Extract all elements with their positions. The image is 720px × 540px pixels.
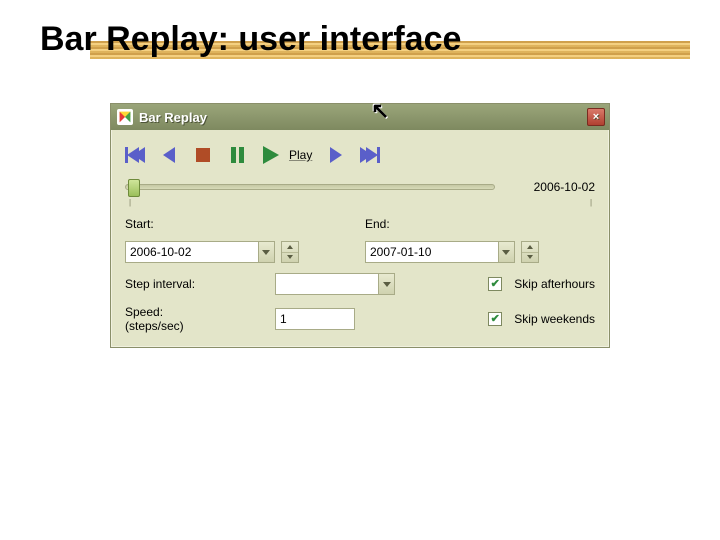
titlebar[interactable]: Bar Replay ↖ × xyxy=(111,104,609,130)
spin-down-icon[interactable] xyxy=(282,253,298,263)
pause-icon xyxy=(231,147,236,163)
stop-icon xyxy=(196,148,210,162)
app-logo-icon xyxy=(117,109,133,125)
step-interval-input[interactable] xyxy=(276,274,378,294)
spin-up-icon[interactable] xyxy=(282,242,298,253)
slide-title: Bar Replay: user interface xyxy=(40,20,680,63)
rewind-icon xyxy=(133,147,145,163)
end-date-spinner[interactable] xyxy=(521,241,539,263)
skip-afterhours-label: Skip afterhours xyxy=(514,277,595,291)
start-date-input[interactable] xyxy=(126,242,258,262)
end-date-combo[interactable] xyxy=(365,241,515,263)
bar-replay-window: Bar Replay ↖ × xyxy=(110,103,610,348)
step-forward-button[interactable] xyxy=(326,145,346,165)
speed-label: Speed: xyxy=(125,305,225,319)
speed-input[interactable] xyxy=(275,308,355,330)
start-date-spinner[interactable] xyxy=(281,241,299,263)
dropdown-icon[interactable] xyxy=(378,274,394,294)
dropdown-icon[interactable] xyxy=(258,242,274,262)
play-label: Play xyxy=(289,148,312,162)
dropdown-icon[interactable] xyxy=(498,242,514,262)
window-title: Bar Replay xyxy=(139,110,207,125)
spin-down-icon[interactable] xyxy=(522,253,538,263)
triangle-left-icon xyxy=(163,147,175,163)
position-slider[interactable] xyxy=(125,184,495,190)
end-label: End: xyxy=(365,217,405,231)
slider-thumb[interactable] xyxy=(128,179,140,197)
close-button[interactable]: × xyxy=(587,108,605,126)
mouse-cursor-icon: ↖ xyxy=(371,98,389,124)
bar-icon xyxy=(377,147,380,163)
skip-weekends-label: Skip weekends xyxy=(514,312,595,326)
play-icon xyxy=(263,146,279,164)
close-icon: × xyxy=(593,111,599,123)
spin-up-icon[interactable] xyxy=(522,242,538,253)
step-interval-label: Step interval: xyxy=(125,277,225,291)
slider-ticks: ||| xyxy=(125,198,595,203)
step-interval-combo[interactable] xyxy=(275,273,395,295)
skip-afterhours-checkbox[interactable]: ✔ xyxy=(488,277,502,291)
skip-forward-button[interactable] xyxy=(360,145,380,165)
end-date-input[interactable] xyxy=(366,242,498,262)
triangle-right-icon xyxy=(330,147,342,163)
slider-value: 2006-10-02 xyxy=(505,180,595,194)
speed-sub-label: (steps/sec) xyxy=(125,319,225,333)
play-button[interactable] xyxy=(261,145,281,165)
skip-back-button[interactable] xyxy=(125,145,145,165)
pause-icon xyxy=(239,147,244,163)
stop-button[interactable] xyxy=(193,145,213,165)
start-label: Start: xyxy=(125,217,180,231)
skip-weekends-checkbox[interactable]: ✔ xyxy=(488,312,502,326)
pause-button[interactable] xyxy=(227,145,247,165)
start-date-combo[interactable] xyxy=(125,241,275,263)
step-back-button[interactable] xyxy=(159,145,179,165)
